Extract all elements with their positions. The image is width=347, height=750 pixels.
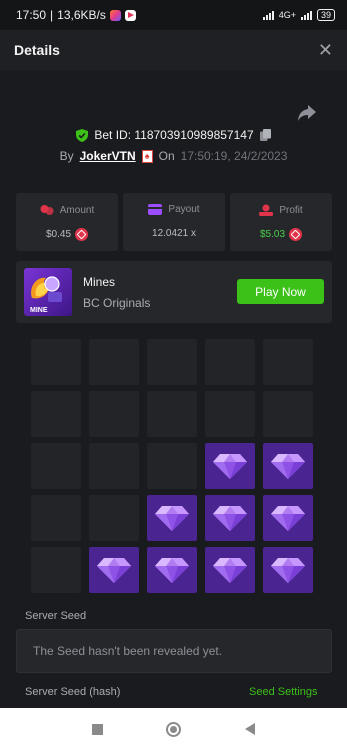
payout-label: Payout — [168, 204, 200, 215]
bet-timestamp: 17:50:19, 24/2/2023 — [180, 149, 288, 163]
amount-label-row: Amount — [16, 204, 118, 216]
bet-id-row: Bet ID: 118703910989857147 — [0, 128, 347, 142]
on-label: On — [158, 149, 175, 163]
hidden-tile — [89, 339, 139, 385]
hidden-tile — [31, 547, 81, 593]
hidden-tile — [31, 443, 81, 489]
game-provider: BC Originals — [83, 296, 151, 310]
payout-card: Payout 12.0421 x — [123, 193, 225, 251]
status-speed: 13,6KB/s — [57, 8, 106, 22]
diamond-icon — [270, 504, 306, 532]
profit-value-row: $5.03 — [230, 228, 332, 241]
back-icon[interactable] — [245, 723, 256, 735]
details-header: Details ✕ — [0, 30, 347, 70]
payout-card-icon — [148, 204, 163, 215]
profit-coins-icon — [259, 204, 274, 216]
hidden-tile — [147, 443, 197, 489]
signal-2-icon — [300, 10, 312, 20]
hidden-tile — [89, 443, 139, 489]
hidden-tile — [147, 391, 197, 437]
diamond-icon — [270, 556, 306, 584]
play-now-button[interactable]: Play Now — [237, 279, 324, 304]
hidden-tile — [263, 391, 313, 437]
payout-value: 12.0421 x — [152, 228, 196, 239]
diamond-icon — [154, 504, 190, 532]
hidden-tile — [205, 339, 255, 385]
hidden-tile — [31, 391, 81, 437]
diamond-icon — [212, 556, 248, 584]
amount-card: Amount $0.45 — [16, 193, 118, 251]
diamond-icon — [212, 452, 248, 480]
amount-value-row: $0.45 — [16, 228, 118, 241]
verified-shield-icon — [76, 128, 89, 142]
profit-label: Profit — [279, 204, 303, 216]
gem-tile — [205, 443, 255, 489]
status-right: 4G+ 39 — [262, 9, 335, 21]
play-store-icon — [124, 9, 136, 21]
profit-value: $5.03 — [259, 229, 286, 240]
status-left: 17:50 | 13,6KB/s — [16, 8, 136, 22]
diamond-icon — [270, 452, 306, 480]
battery-icon: 39 — [316, 9, 335, 21]
status-time: 17:50 — [16, 8, 47, 22]
close-icon[interactable]: ✕ — [318, 40, 333, 61]
bet-byline: By JokerVTN ♠ On 17:50:19, 24/2/2023 — [0, 149, 347, 163]
gem-tile — [205, 495, 255, 541]
home-icon[interactable] — [166, 721, 182, 737]
thumb-title: MINE — [30, 307, 48, 314]
by-label: By — [59, 149, 74, 163]
status-bar: 17:50 | 13,6KB/s 4G+ 39 — [0, 0, 347, 30]
network-type: 4G+ — [278, 10, 296, 20]
mines-board — [31, 339, 313, 593]
recents-icon[interactable] — [91, 723, 103, 735]
hidden-tile — [205, 391, 255, 437]
gem-tile — [263, 443, 313, 489]
username-link[interactable]: JokerVTN — [80, 149, 136, 163]
amount-value: $0.45 — [45, 229, 72, 240]
hidden-tile — [31, 339, 81, 385]
game-card: MINE Mines BC Originals Play Now — [16, 261, 332, 323]
hidden-tile — [31, 495, 81, 541]
share-icon[interactable] — [297, 104, 317, 122]
joker-card-icon: ♠ — [141, 149, 153, 163]
amount-label: Amount — [59, 204, 95, 216]
page-title: Details — [14, 42, 60, 58]
battery-level: 39 — [320, 10, 331, 20]
profit-label-row: Profit — [230, 204, 332, 216]
notification-app-icon — [109, 9, 121, 21]
payout-value-row: 12.0421 x — [123, 228, 225, 239]
mines-thumbnail[interactable]: MINE — [24, 268, 72, 316]
mines-thumbnail-art: MINE — [30, 276, 62, 314]
gem-tile — [263, 547, 313, 593]
payout-label-row: Payout — [123, 204, 225, 215]
trx-coin-icon — [289, 228, 303, 241]
gem-tile — [89, 547, 139, 593]
seed-settings-link[interactable]: Seed Settings — [249, 686, 318, 698]
system-nav-bar — [0, 708, 347, 750]
diamond-icon — [212, 504, 248, 532]
copy-icon[interactable] — [259, 129, 271, 141]
server-seed-label: Server Seed — [25, 610, 87, 622]
trx-coin-icon — [75, 228, 89, 241]
status-separator: | — [50, 8, 54, 22]
hidden-tile — [147, 339, 197, 385]
gem-tile — [147, 495, 197, 541]
gem-tile — [147, 547, 197, 593]
bet-id: Bet ID: 118703910989857147 — [94, 128, 254, 142]
diamond-icon — [96, 556, 132, 584]
diamond-icon — [154, 556, 190, 584]
hidden-tile — [89, 495, 139, 541]
game-name: Mines — [83, 275, 116, 289]
server-seed-value: The Seed hasn't been revealed yet. — [33, 644, 223, 658]
signal-icon — [262, 10, 274, 20]
hidden-tile — [89, 391, 139, 437]
hidden-tile — [263, 339, 313, 385]
gem-tile — [263, 495, 313, 541]
bet-amount-icon — [40, 205, 54, 215]
profit-card: Profit $5.03 — [230, 193, 332, 251]
server-seed-hash-label: Server Seed (hash) — [25, 686, 121, 698]
gem-tile — [205, 547, 255, 593]
server-seed-box: The Seed hasn't been revealed yet. — [16, 629, 332, 673]
